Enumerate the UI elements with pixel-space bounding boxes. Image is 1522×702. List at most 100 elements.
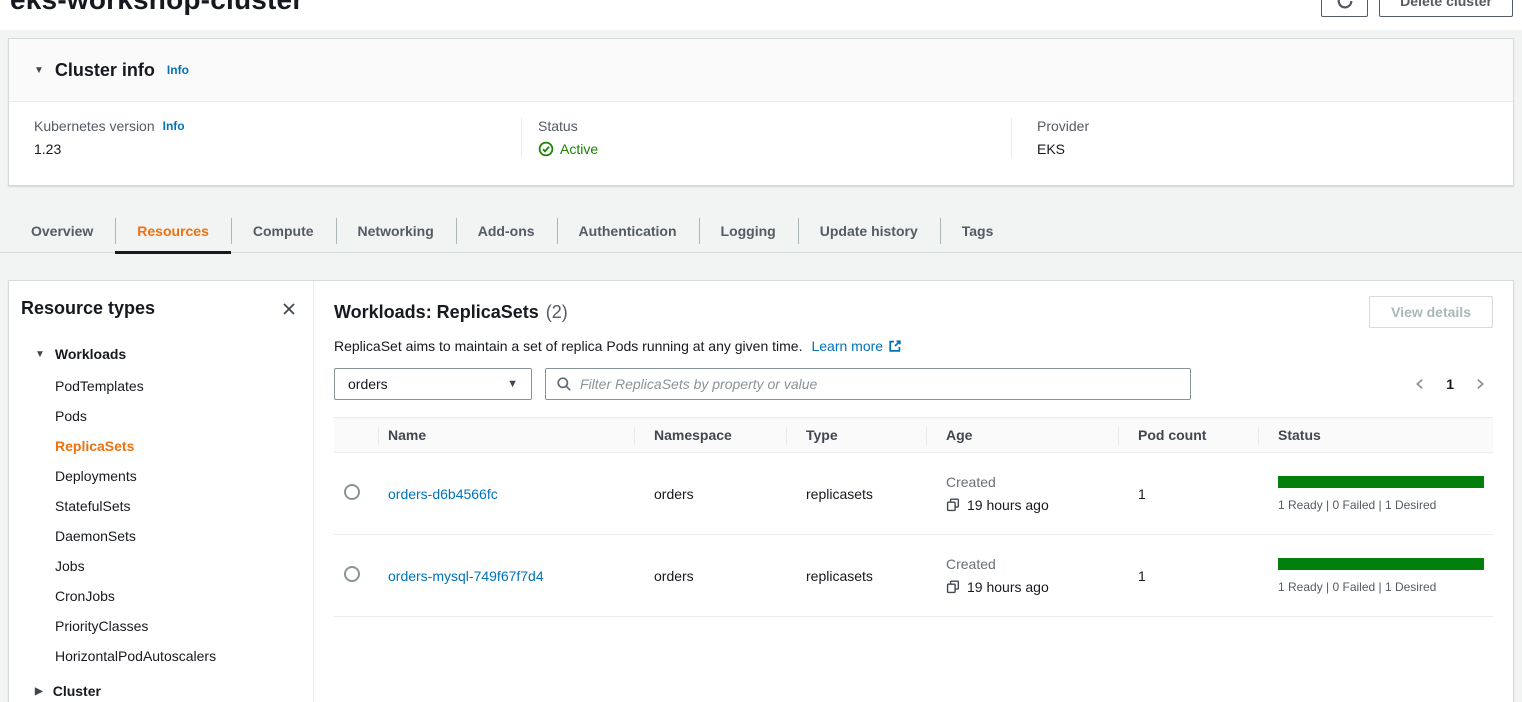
delete-cluster-button[interactable]: Delete cluster [1379,0,1513,17]
row-age: Created 19 hours ago [926,474,1118,513]
cluster-info-header[interactable]: ▼ Cluster info Info [9,39,1513,102]
resources-panel: Resource types ▼ Workloads PodTemplates … [8,280,1514,702]
replicasets-heading: Workloads: ReplicaSets [334,302,539,323]
refresh-icon [1336,0,1354,10]
caret-down-icon: ▼ [34,65,44,76]
close-sidebar-button[interactable] [279,299,299,319]
sidebar-item-priorityclasses[interactable]: PriorityClasses [9,611,313,641]
cluster-tabs: Overview Resources Compute Networking Ad… [0,210,1522,253]
cluster-info-heading: Cluster info [55,60,155,81]
tab-compute[interactable]: Compute [231,210,336,252]
learn-more-link[interactable]: Learn more [811,338,902,354]
sidebar-item-replicasets[interactable]: ReplicaSets [9,431,313,461]
replicasets-table: Name Namespace Type Age Pod count Status… [334,417,1493,617]
column-header-status: Status [1258,418,1493,452]
tab-logging[interactable]: Logging [699,210,798,252]
table-header-row: Name Namespace Type Age Pod count Status [334,417,1493,453]
check-circle-icon [538,141,554,157]
resource-types-title: Resource types [21,298,155,319]
tab-update-history[interactable]: Update history [798,210,940,252]
view-details-button[interactable]: View details [1369,296,1493,328]
tab-overview[interactable]: Overview [9,210,115,252]
row-namespace: orders [634,486,786,502]
row-type: replicasets [786,486,926,502]
namespace-filter-value: orders [348,376,388,392]
tab-resources[interactable]: Resources [115,210,231,252]
row-pod-count: 1 [1118,486,1258,502]
cluster-info-body: Kubernetes version Info 1.23 Status Acti… [9,102,1513,157]
kubernetes-version-field: Kubernetes version Info 1.23 [9,118,521,157]
tab-authentication[interactable]: Authentication [557,210,699,252]
chevron-right-icon [1473,377,1487,391]
external-link-icon [888,339,902,353]
status-text: 1 Ready | 0 Failed | 1 Desired [1278,580,1493,594]
row-namespace: orders [634,568,786,584]
age-created-label: Created [946,556,1118,572]
kubernetes-version-value: 1.23 [34,141,521,157]
current-page-number[interactable]: 1 [1446,376,1454,392]
close-icon [281,301,297,317]
sidebar-item-jobs[interactable]: Jobs [9,551,313,581]
sidebar-group-workloads[interactable]: ▼ Workloads [9,346,313,362]
tab-networking[interactable]: Networking [336,210,456,252]
row-status: 1 Ready | 0 Failed | 1 Desired [1258,558,1493,594]
row-radio-button[interactable] [344,484,360,500]
row-status: 1 Ready | 0 Failed | 1 Desired [1258,476,1493,512]
next-page-button[interactable] [1471,375,1489,393]
tab-add-ons[interactable]: Add-ons [456,210,557,252]
sidebar-item-cronjobs[interactable]: CronJobs [9,581,313,611]
page-title: eks-workshop-cluster [10,0,303,16]
sidebar-item-pods[interactable]: Pods [9,401,313,431]
refresh-button[interactable] [1321,0,1368,17]
replicasets-description: ReplicaSet aims to maintain a set of rep… [334,338,802,354]
copy-icon [946,580,960,594]
age-created-label: Created [946,474,1118,490]
column-header-pod-count: Pod count [1118,418,1258,452]
select-all-header [334,418,378,452]
caret-right-icon: ▶ [35,686,43,697]
header-actions: Delete cluster [1321,0,1513,17]
provider-value: EKS [1037,141,1513,157]
workloads-items: PodTemplates Pods ReplicaSets Deployment… [9,371,313,671]
status-value: Active [560,141,598,157]
status-bar [1278,476,1484,488]
sidebar-group-cluster[interactable]: ▶ Cluster [9,683,313,699]
sidebar-item-horizontalpodautoscalers[interactable]: HorizontalPodAutoscalers [9,641,313,671]
status-bar [1278,558,1484,570]
tab-tags[interactable]: Tags [940,210,1016,252]
status-field: Status Active [521,118,1011,157]
filter-search-input[interactable] [580,376,1180,392]
status-label: Status [538,118,1011,134]
pagination: 1 [1411,375,1493,393]
column-header-name: Name [378,418,634,452]
copy-button[interactable] [946,580,960,594]
replicaset-name-link[interactable]: orders-mysql-749f67f7d4 [388,568,544,584]
filter-search-box [545,368,1191,400]
resource-types-sidebar: Resource types ▼ Workloads PodTemplates … [9,281,314,702]
kubernetes-version-label: Kubernetes version [34,118,155,134]
provider-field: Provider EKS [1011,118,1513,157]
previous-page-button[interactable] [1411,375,1429,393]
provider-label: Provider [1037,118,1513,134]
sidebar-item-daemonsets[interactable]: DaemonSets [9,521,313,551]
column-header-age: Age [926,418,1118,452]
sidebar-item-podtemplates[interactable]: PodTemplates [9,371,313,401]
namespace-filter-select[interactable]: orders ▼ [334,368,532,400]
age-value: 19 hours ago [967,579,1049,595]
sidebar-item-statefulsets[interactable]: StatefulSets [9,491,313,521]
kubernetes-version-info-link[interactable]: Info [163,119,185,133]
column-header-namespace: Namespace [634,418,786,452]
row-pod-count: 1 [1118,568,1258,584]
column-header-type: Type [786,418,926,452]
row-age: Created 19 hours ago [926,556,1118,595]
sidebar-item-deployments[interactable]: Deployments [9,461,313,491]
page-header: eks-workshop-cluster Delete cluster [0,0,1522,30]
status-text: 1 Ready | 0 Failed | 1 Desired [1278,498,1493,512]
cluster-info-info-link[interactable]: Info [167,63,189,77]
cluster-info-panel: ▼ Cluster info Info Kubernetes version I… [8,38,1514,186]
row-radio-button[interactable] [344,566,360,582]
replicaset-name-link[interactable]: orders-d6b4566fc [388,486,498,502]
replicasets-main: Workloads: ReplicaSets (2) View details … [314,281,1513,702]
chevron-left-icon [1413,377,1427,391]
copy-button[interactable] [946,498,960,512]
